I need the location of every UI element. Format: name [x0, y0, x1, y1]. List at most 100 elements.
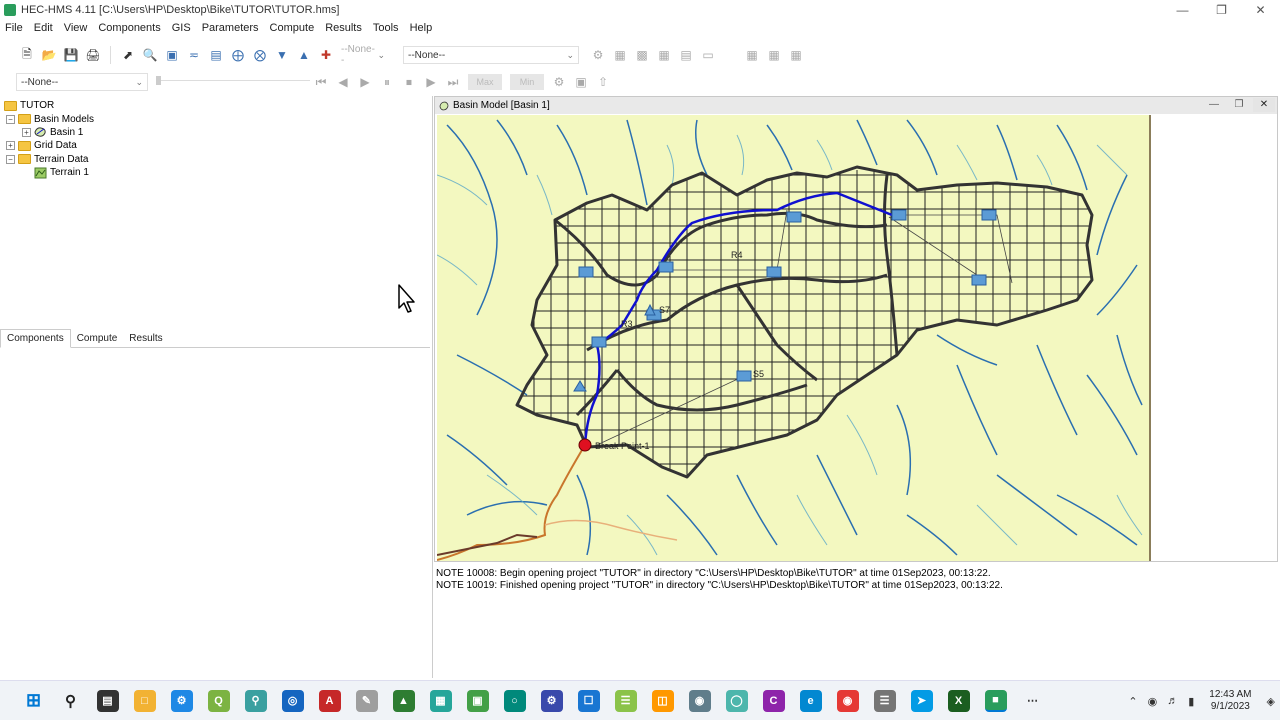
- close-icon[interactable]: ✕: [1241, 0, 1280, 20]
- expand-icon[interactable]: +: [22, 127, 31, 137]
- menu-view[interactable]: View: [64, 22, 88, 34]
- collapse-icon[interactable]: −: [6, 114, 15, 124]
- run-selector-combo[interactable]: --None-- ⌄: [16, 73, 148, 91]
- spreadsheet-icon[interactable]: ▦: [429, 689, 452, 712]
- minimize-icon[interactable]: —: [1203, 98, 1225, 112]
- save-icon[interactable]: 💾: [63, 47, 79, 63]
- excel-icon[interactable]: X: [947, 689, 970, 712]
- app2-icon[interactable]: ◯: [725, 689, 748, 712]
- app-icon[interactable]: ⚙: [540, 689, 563, 712]
- more-apps-icon[interactable]: ⋯: [1022, 690, 1044, 712]
- results-table-icon[interactable]: ▦: [656, 47, 672, 63]
- open-folder-icon[interactable]: 📂: [41, 47, 57, 63]
- zoom-tool-icon[interactable]: 🔍: [142, 47, 158, 63]
- qgis-icon[interactable]: Q: [207, 689, 230, 712]
- fast-forward-icon[interactable]: ⏭: [445, 74, 461, 90]
- step-forward-icon[interactable]: ▶: [423, 74, 439, 90]
- play-icon[interactable]: ▶: [357, 74, 373, 90]
- notes-icon[interactable]: ☰: [614, 689, 637, 712]
- results-global-icon[interactable]: ▭: [700, 47, 716, 63]
- rewind-icon[interactable]: ⏮: [313, 74, 329, 90]
- photos-icon[interactable]: ▣: [466, 689, 489, 712]
- menu-edit[interactable]: Edit: [34, 22, 53, 34]
- reach-tool-icon[interactable]: ≂: [186, 47, 202, 63]
- search-icon[interactable]: ⚲: [60, 690, 82, 712]
- record-video-icon[interactable]: ▣: [573, 74, 589, 90]
- source-tool-icon[interactable]: ▼: [274, 47, 290, 63]
- minimize-icon[interactable]: —: [1163, 0, 1202, 20]
- chrome-icon[interactable]: ◉: [836, 689, 859, 712]
- network-app-icon[interactable]: ◉: [688, 689, 711, 712]
- animation-settings-icon[interactable]: ⚙: [551, 74, 567, 90]
- restore-icon[interactable]: ❐: [1228, 98, 1250, 112]
- file-explorer-icon[interactable]: ▤: [96, 689, 119, 712]
- search-app-icon[interactable]: ⚲: [244, 689, 267, 712]
- hec-hms-taskbar-icon[interactable]: ■: [984, 689, 1007, 712]
- results-summary-icon[interactable]: ▩: [634, 47, 650, 63]
- tree-node-basin-1[interactable]: + Basin 1: [4, 126, 94, 139]
- app3-icon[interactable]: ☰: [873, 689, 896, 712]
- windows-start-icon[interactable]: ⊞: [23, 690, 45, 712]
- diversion-tool-icon[interactable]: ⨂: [252, 47, 268, 63]
- maps-icon[interactable]: ▲: [392, 689, 415, 712]
- junction-tool-icon[interactable]: ⨁: [230, 47, 246, 63]
- tree-node-project[interactable]: TUTOR: [4, 99, 94, 112]
- basin-map[interactable]: Break Point-1 R4 R3 S5 S7: [437, 115, 1151, 561]
- reservoir-tool-icon[interactable]: ▤: [208, 47, 224, 63]
- menu-components[interactable]: Components: [98, 22, 160, 34]
- menu-results[interactable]: Results: [325, 22, 362, 34]
- expand-icon[interactable]: +: [6, 141, 15, 151]
- arcgis-icon[interactable]: ◎: [281, 689, 304, 712]
- sketch-icon[interactable]: ✎: [355, 689, 378, 712]
- outlet-sink-icon[interactable]: [578, 438, 592, 452]
- min-button[interactable]: Min: [510, 74, 544, 90]
- folder-icon[interactable]: □: [133, 689, 156, 712]
- export-icon[interactable]: ⇧: [595, 74, 611, 90]
- notification-icon[interactable]: ◈: [1267, 695, 1275, 708]
- print-icon[interactable]: 🖨: [85, 47, 101, 63]
- edge-icon[interactable]: e: [799, 689, 822, 712]
- tree-node-grid-data[interactable]: + Grid Data: [4, 139, 94, 152]
- menu-tools[interactable]: Tools: [373, 22, 399, 34]
- tab-components[interactable]: Components: [0, 329, 71, 348]
- time-slider-handle[interactable]: [156, 76, 161, 85]
- grid-layer-icon[interactable]: ▦: [788, 47, 804, 63]
- chevron-up-icon[interactable]: ⌃: [1128, 695, 1137, 708]
- stop-icon[interactable]: ⏹: [401, 74, 417, 90]
- tree-node-terrain-data[interactable]: − Terrain Data: [4, 153, 94, 166]
- new-file-icon[interactable]: 🗎: [19, 47, 35, 63]
- telegram-icon[interactable]: ➤: [910, 689, 933, 712]
- grid-view-icon[interactable]: ▦: [744, 47, 760, 63]
- time-slider[interactable]: [156, 76, 310, 85]
- tab-results[interactable]: Results: [123, 330, 168, 347]
- settings-icon[interactable]: ⚙: [170, 689, 193, 712]
- battery-icon[interactable]: ▮: [1188, 695, 1194, 708]
- close-icon[interactable]: ✕: [1253, 98, 1275, 112]
- acrobat-icon[interactable]: A: [318, 689, 341, 712]
- arrow-tool-icon[interactable]: ⬈: [120, 47, 136, 63]
- max-button[interactable]: Max: [468, 74, 502, 90]
- tree-node-basin-models[interactable]: − Basin Models: [4, 112, 94, 125]
- collapse-icon[interactable]: −: [6, 154, 15, 164]
- step-back-icon[interactable]: ◀: [335, 74, 351, 90]
- clock[interactable]: 12:43 AM 9/1/2023: [1209, 689, 1251, 713]
- compute-current-icon[interactable]: ⚙: [590, 47, 606, 63]
- menu-compute[interactable]: Compute: [270, 22, 315, 34]
- wifi-icon[interactable]: ◉: [1148, 695, 1158, 708]
- canva-icon[interactable]: C: [762, 689, 785, 712]
- grid-zoom-icon[interactable]: ▦: [766, 47, 782, 63]
- tree-node-terrain-1[interactable]: Terrain 1: [4, 166, 94, 179]
- subbasin-tool-icon[interactable]: ▣: [164, 47, 180, 63]
- security-icon[interactable]: ☐: [577, 689, 600, 712]
- menu-gis[interactable]: GIS: [172, 22, 191, 34]
- volume-icon[interactable]: ♬: [1167, 695, 1178, 707]
- main-selector-combo[interactable]: --None-- ⌄: [403, 46, 579, 64]
- menu-help[interactable]: Help: [410, 22, 433, 34]
- sink-tool-icon[interactable]: ▲: [296, 47, 312, 63]
- menu-parameters[interactable]: Parameters: [202, 22, 259, 34]
- results-time-series-icon[interactable]: ▤: [678, 47, 694, 63]
- basin-window-titlebar[interactable]: Basin Model [Basin 1] — ❐ ✕: [435, 97, 1277, 114]
- hms-icon[interactable]: ○: [503, 689, 526, 712]
- met-model-combo[interactable]: --None-- ⌄: [337, 44, 389, 66]
- menu-file[interactable]: File: [5, 22, 23, 34]
